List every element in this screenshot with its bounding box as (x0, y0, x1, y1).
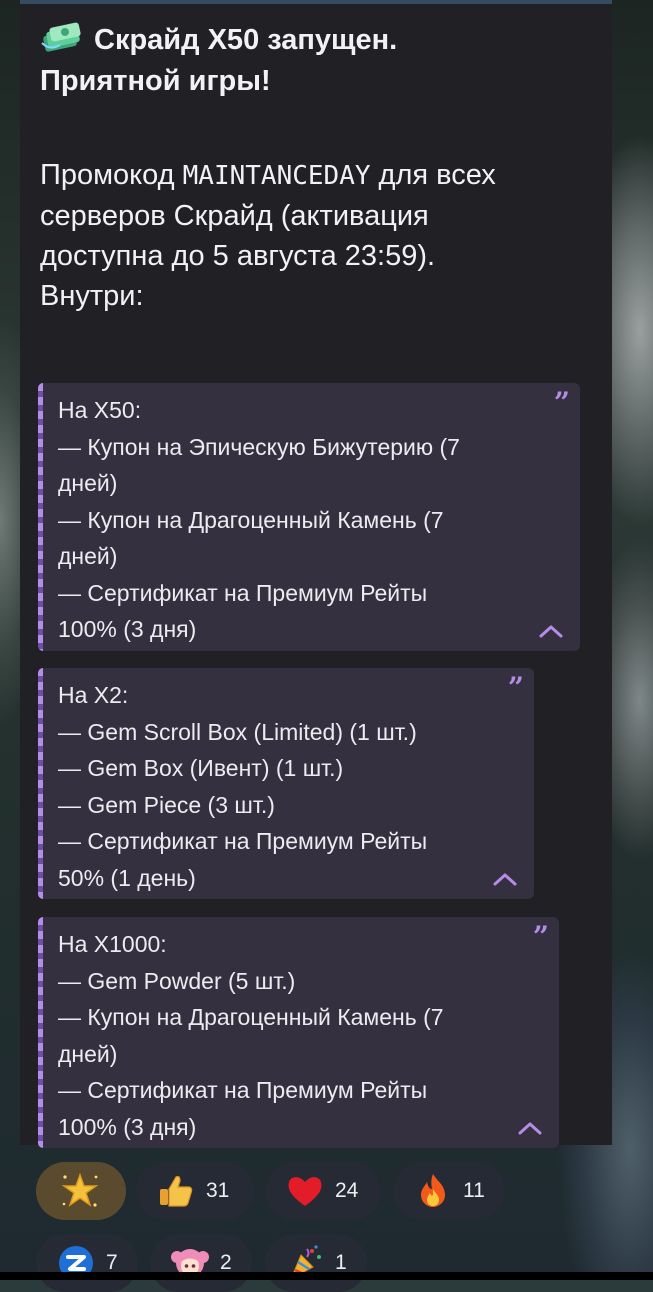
quote-line: дней) (58, 1040, 118, 1067)
message-title: Скрайд X50 запущен. Приятной игры! (40, 20, 600, 102)
heart-icon (285, 1171, 325, 1211)
quote-mark-icon: ” (507, 671, 524, 704)
fire-icon (413, 1171, 453, 1211)
promo-suffix: для всех (370, 159, 496, 191)
collapse-chevron-icon[interactable] (517, 1120, 543, 1136)
body-line-3: доступна до 5 августа 23:59). (40, 240, 436, 272)
collapse-chevron-icon[interactable] (492, 871, 518, 887)
quote-line: дней) (58, 543, 118, 569)
quote-line: — Купон на Эпическую Бижутерию (7 (58, 433, 460, 460)
quote-block-x1000[interactable]: ” На X1000: — Gem Powder (5 шт.) — Купон… (38, 917, 559, 1148)
collapse-chevron-icon[interactable] (538, 623, 564, 639)
sparkle-star-icon (60, 1171, 100, 1211)
bubble-top-edge (20, 0, 612, 4)
message-text: Промокод MAINTANCEDAY для всех серверов … (40, 155, 600, 316)
quote-line: На X2: (58, 682, 129, 708)
quote-line: — Сертификат на Премиум Рейты (58, 828, 428, 854)
money-stack-icon (40, 21, 84, 55)
quote-block-x50[interactable]: ” На X50: — Купон на Эпическую Бижутерию… (38, 383, 580, 651)
body-line-2: серверов Скрайд (активация (40, 200, 429, 232)
thumbs-up-icon (156, 1171, 196, 1211)
quote-line: — Gem Box (Ивент) (1 шт.) (58, 755, 344, 781)
quote-line: — Купон на Драгоценный Камень (7 (58, 506, 444, 533)
reaction-app-logo[interactable]: 7 (36, 1234, 138, 1292)
reaction-heart[interactable]: 24 (265, 1162, 381, 1220)
quote-line: На X50: (58, 397, 142, 423)
quote-line: 100% (3 дня) (58, 616, 197, 642)
title-line-1: Скрайд X50 запущен. (94, 24, 398, 56)
quote-line: — Купон на Драгоценный Камень (7 (58, 1004, 444, 1030)
reaction-count: 31 (206, 1179, 230, 1202)
quote-line: — Gem Scroll Box (Limited) (1 шт.) (58, 718, 417, 745)
quote-line: 50% (1 день) (58, 864, 196, 891)
body-line-4: Внутри: (40, 280, 144, 312)
bottom-edge (0, 1272, 653, 1280)
reaction-count: 11 (463, 1179, 485, 1202)
quote-mark-icon: ” (532, 920, 549, 953)
promo-code[interactable]: MAINTANCEDAY (183, 161, 371, 191)
quote-line: — Gem Piece (3 шт.) (58, 791, 275, 818)
quote-line: На X1000: (58, 931, 167, 957)
title-line-2: Приятной игры! (40, 65, 271, 97)
quote-block-x2[interactable]: ” На X2: — Gem Scroll Box (Limited) (1 ш… (38, 668, 534, 899)
promo-prefix: Промокод (40, 159, 183, 191)
reaction-thumbs-up[interactable]: 31 (136, 1162, 254, 1220)
quote-line: 100% (3 дня) (58, 1113, 197, 1140)
quote-mark-icon: ” (553, 386, 570, 419)
quote-line: — Сертификат на Премиум Рейты (58, 1077, 428, 1103)
quote-line: дней) (58, 470, 118, 496)
reaction-sparkle-star[interactable] (36, 1162, 126, 1220)
quote-line: — Gem Powder (5 шт.) (58, 967, 296, 994)
reaction-party-popper[interactable]: 1 (265, 1234, 367, 1292)
reaction-count: 24 (335, 1179, 359, 1202)
quote-line: — Сертификат на Премиум Рейты (58, 579, 428, 606)
reaction-fire[interactable]: 11 (393, 1162, 505, 1220)
reaction-anime-girl[interactable]: 2 (150, 1234, 252, 1292)
